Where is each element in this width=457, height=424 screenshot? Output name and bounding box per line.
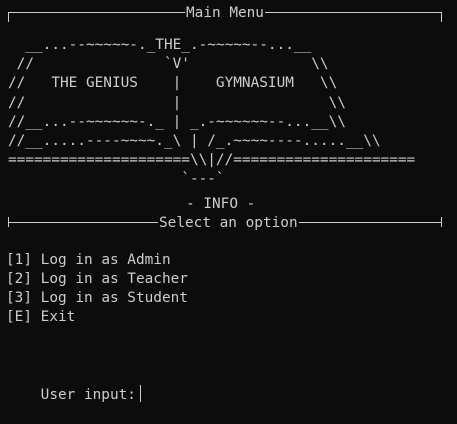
top-border-left-tick [8,12,9,22]
user-input-label: User input: [40,387,136,403]
terminal-window: Main Menu __...--~~~~~-._THE_.-~~~~~--..… [0,0,457,403]
ascii-banner: __...--~~~~~-._THE_.-~~~~~--...__ // `V'… [8,36,415,190]
banner-line-1: __...--~~~~~-._THE_.-~~~~~--...__ [8,37,312,53]
banner-line-6: //__.....----~~~~._\ | /_.~~~~----....._… [8,133,381,150]
text-cursor [139,385,141,402]
top-border-right-tick [441,12,442,22]
banner-line-4: // | \\ [8,94,346,111]
banner-line-2: // `V' \\ [8,56,329,73]
menu-options: [1] Log in as Admin [2] Log in as Teache… [6,251,188,327]
option-label: Log in as Student [40,290,188,306]
option-label: Exit [40,309,76,325]
menu-option-teacher[interactable]: [2] Log in as Teacher [6,270,188,289]
menu-option-admin[interactable]: [1] Log in as Admin [6,251,188,270]
info-label: - INFO - [185,195,257,213]
option-key: [3] [6,290,32,306]
menu-option-exit[interactable]: [E] Exit [6,308,188,327]
option-key: [1] [6,252,32,268]
option-key: [2] [6,271,32,287]
menu-option-student[interactable]: [3] Log in as Student [6,289,188,308]
banner-line-8: `---` [8,171,225,188]
banner-line-5: //__...--~~~~~~-._ | _.-~~~~~~--...__\\ [8,113,346,130]
menu-title: Main Menu [185,4,265,22]
option-label: Log in as Teacher [40,271,188,287]
select-option-heading: Select an option [158,214,299,232]
banner-line-7: =====================\\|//==============… [8,152,416,169]
user-input-field[interactable]: User input: [6,366,141,424]
divider-right-tick [441,217,442,227]
option-label: Log in as Admin [40,252,171,268]
banner-line-3: // THE GENIUS | GYMNASIUM \\ [8,75,338,92]
option-key: [E] [6,309,32,325]
